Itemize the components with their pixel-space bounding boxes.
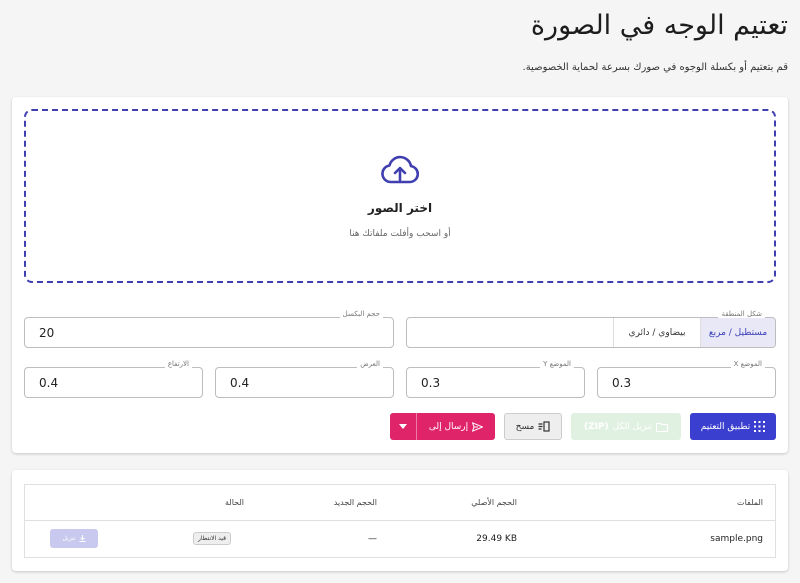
pos-y-field[interactable]: الموضع Y 0.3 [406,360,585,398]
clear-button[interactable]: مسح [504,413,562,440]
row-download-label: تنزيل [62,535,76,542]
column-header-status: الحالة [225,498,244,507]
send-icon [472,421,484,432]
height-value[interactable]: 0.4 [39,376,58,390]
send-to-label: إرسال إلى [428,421,469,432]
download-all-button[interactable]: تنزيل الكل (ZIP) [571,413,681,440]
send-to-dropdown-button[interactable] [390,413,417,440]
dropzone-title: اختر الصور [367,201,433,215]
apply-blur-label: تطبيق التعتيم [700,421,751,432]
page-title: تعتيم الوجه في الصورة [530,10,788,41]
shape-selector: شكل المنطقة مستطيل / مربع بيضاوي / دائري [406,310,776,348]
pos-y-value[interactable]: 0.3 [421,376,440,390]
file-new-size: — [368,534,377,544]
file-name: sample.png [710,534,763,544]
apply-blur-button[interactable]: تطبيق التعتيم [690,413,776,440]
column-header-original-size: الحجم الأصلي [471,498,517,507]
column-header-files: الملفات [737,498,763,507]
height-label: الارتفاع [164,360,192,368]
download-zip-label: (ZIP) [583,421,609,432]
status-badge: قيد الانتظار [193,532,231,545]
shape-label: شكل المنطقة [718,310,765,318]
page-description: قم بتعتيم أو بكسلة الوجوه في صورك بسرعة … [522,62,788,73]
shape-option-rectangle[interactable]: مستطيل / مربع [701,318,775,347]
column-header-new-size: الحجم الجديد [333,498,377,507]
width-field[interactable]: العرض 0.4 [215,360,394,398]
pixel-size-field[interactable]: حجم البكسل 20 [24,310,394,348]
upload-dropzone[interactable]: اختر الصور أو اسحب وأفلت ملفاتك هنا [24,109,776,283]
folder-zip-icon [656,422,669,432]
table-row: sample.png 29.49 KB — قيد الانتظار تنزيل [25,521,775,558]
clear-label: مسح [515,421,535,432]
grid-icon [754,421,766,432]
height-field[interactable]: الارتفاع 0.4 [24,360,203,398]
send-to-button[interactable]: إرسال إلى [417,413,495,440]
pos-x-label: الموضع X [730,360,765,368]
pos-x-field[interactable]: الموضع X 0.3 [597,360,776,398]
download-icon [79,535,86,542]
files-table: الملفات الحجم الأصلي الحجم الجديد الحالة… [24,484,776,558]
pixel-size-label: حجم البكسل [339,310,383,318]
chevron-down-icon [399,424,407,429]
row-download-button[interactable]: تنزيل [50,529,98,548]
files-card: الملفات الحجم الأصلي الحجم الجديد الحالة… [12,470,788,571]
shape-option-ellipse[interactable]: بيضاوي / دائري [613,318,701,347]
dropzone-subtitle: أو اسحب وأفلت ملفاتك هنا [349,229,451,239]
clear-icon [538,421,550,432]
pos-x-value[interactable]: 0.3 [612,376,631,390]
download-all-label: تنزيل الكل [612,421,653,432]
pixel-size-value[interactable]: 20 [39,326,54,340]
cloud-upload-icon [380,155,420,187]
width-value[interactable]: 0.4 [230,376,249,390]
file-original-size: 29.49 KB [476,534,517,544]
pos-y-label: الموضع Y [540,360,574,368]
table-header: الملفات الحجم الأصلي الحجم الجديد الحالة [25,485,775,521]
main-card: اختر الصور أو اسحب وأفلت ملفاتك هنا شكل … [12,97,788,453]
width-label: العرض [357,360,383,368]
